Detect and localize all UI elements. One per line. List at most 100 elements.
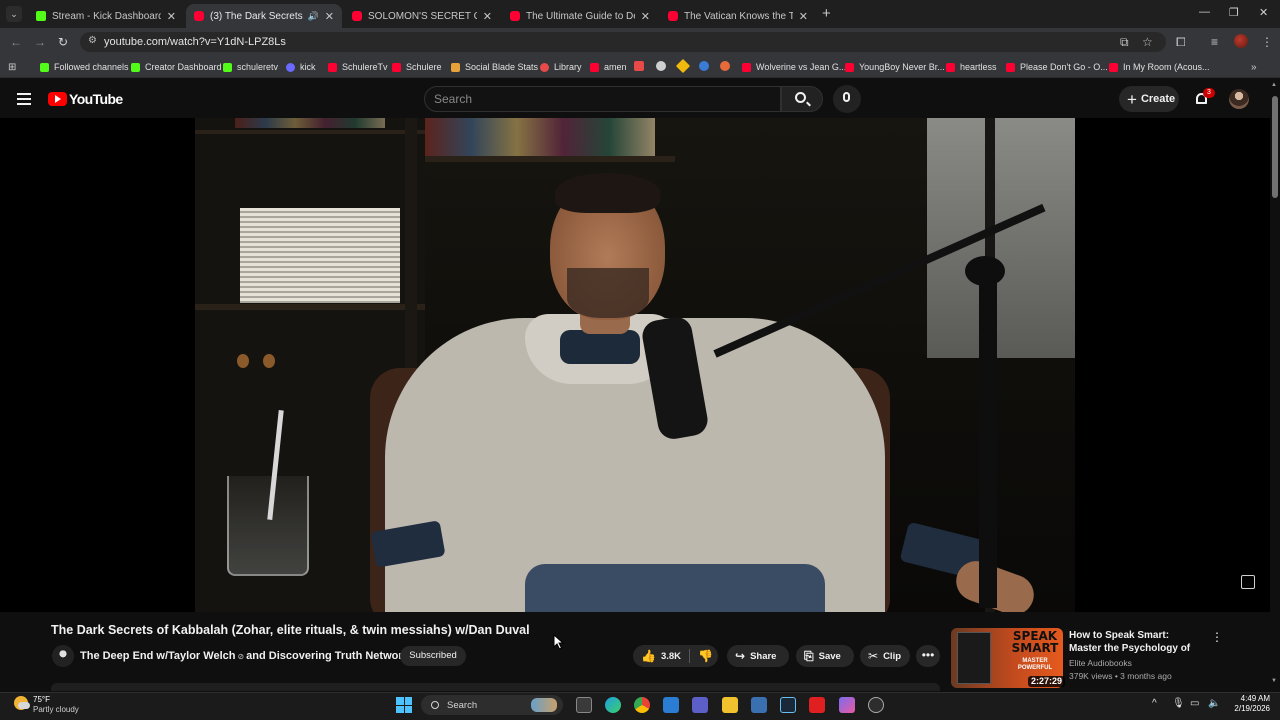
- share-button[interactable]: ↪ Share: [727, 645, 789, 667]
- tab-search-icon[interactable]: ⌄: [6, 6, 22, 22]
- close-tab-icon[interactable]: ✕: [483, 10, 492, 23]
- microphone-icon: [843, 92, 850, 102]
- copilot-icon[interactable]: [839, 697, 855, 713]
- calculator-icon[interactable]: [751, 697, 767, 713]
- steam-icon[interactable]: [780, 697, 796, 713]
- install-app-icon[interactable]: ⧉: [1120, 35, 1129, 50]
- new-tab-icon[interactable]: +: [822, 5, 831, 22]
- bookmark-followed-channels[interactable]: Followed channels: [40, 61, 129, 73]
- tab-solomon[interactable]: SOLOMON'S SECRET CODE: Th ✕: [344, 4, 500, 28]
- acrobat-icon[interactable]: [809, 697, 825, 713]
- youtube-icon: [194, 11, 204, 21]
- bookmark-app-icon[interactable]: [720, 61, 730, 71]
- bookmark-library[interactable]: Library: [540, 61, 582, 73]
- scroll-down-arrow-icon[interactable]: ▼: [1271, 678, 1277, 684]
- account-avatar[interactable]: [1229, 89, 1249, 109]
- browser-menu-icon[interactable]: ⋮: [1261, 35, 1273, 49]
- file-explorer-icon[interactable]: [722, 697, 738, 713]
- channel-collab[interactable]: and Discovering Truth Network: [246, 650, 409, 662]
- network-icon[interactable]: ▭: [1190, 698, 1199, 709]
- bookmark-heartless[interactable]: heartless: [946, 61, 997, 73]
- youtube-logo-icon[interactable]: [48, 92, 67, 106]
- media-control-icon[interactable]: ≡: [1211, 35, 1218, 49]
- taskbar-search[interactable]: Search: [421, 695, 563, 715]
- profile-avatar[interactable]: [1234, 34, 1248, 48]
- minimize-icon[interactable]: —: [1199, 6, 1210, 18]
- bookmark-kick[interactable]: kick: [286, 61, 316, 73]
- edge-icon[interactable]: [605, 697, 621, 713]
- tab-active-video[interactable]: (3) The Dark Secrets of Kab 🔊 ✕: [186, 4, 342, 28]
- scrollbar-thumb[interactable]: [1272, 96, 1278, 198]
- microphone-tray-icon[interactable]: 🎙: [1172, 698, 1185, 709]
- bookmark-social-blade[interactable]: Social Blade Stats: [451, 61, 538, 73]
- reload-icon[interactable]: ↻: [58, 35, 68, 49]
- weather-temperature[interactable]: 75°F: [33, 695, 50, 704]
- bookmark-label: heartless: [960, 62, 997, 72]
- system-clock[interactable]: 4:49 AM 2/19/2026: [1228, 694, 1270, 714]
- notepad-icon[interactable]: [663, 697, 679, 713]
- close-tab-icon[interactable]: ✕: [167, 10, 176, 23]
- bookmark-schuleretv-youtube[interactable]: SchulereTv: [328, 61, 388, 73]
- recommendation-title[interactable]: How to Speak Smart: Master the Psycholog…: [1069, 629, 1204, 655]
- bookmark-wolverine[interactable]: Wolverine vs Jean G...: [742, 61, 846, 73]
- bookmark-amen[interactable]: amen: [590, 61, 627, 73]
- bookmark-creator-dashboard[interactable]: Creator Dashboard: [131, 61, 222, 73]
- guide-menu-icon[interactable]: [17, 93, 31, 105]
- bookmark-schuleretv-kick[interactable]: schuleretv: [223, 61, 278, 73]
- close-tab-icon[interactable]: ✕: [641, 10, 650, 23]
- chrome-icon[interactable]: [634, 697, 650, 713]
- create-button[interactable]: + Create: [1119, 86, 1179, 112]
- tab-demons[interactable]: The Ultimate Guide to Demons ✕: [502, 4, 658, 28]
- back-icon[interactable]: ←: [10, 35, 22, 49]
- bookmark-please-dont-go[interactable]: Please Don't Go - O...: [1006, 61, 1108, 73]
- save-button[interactable]: ⎘ Save: [796, 645, 854, 667]
- channel-avatar[interactable]: [52, 645, 74, 667]
- close-window-icon[interactable]: ✕: [1259, 6, 1268, 19]
- youtube-logo-text[interactable]: YouTube: [69, 91, 123, 107]
- more-bookmarks-icon[interactable]: »: [1251, 61, 1257, 73]
- description-box[interactable]: [51, 683, 940, 691]
- scroll-up-arrow-icon[interactable]: ▲: [1271, 82, 1277, 88]
- close-tab-icon[interactable]: ✕: [799, 10, 808, 23]
- bookmark-star-icon[interactable]: ☆: [1142, 35, 1153, 49]
- task-view-icon[interactable]: [576, 697, 592, 713]
- restore-icon[interactable]: ❐: [1229, 6, 1239, 19]
- channel-watermark-icon[interactable]: [1241, 575, 1255, 589]
- recommendation-channel[interactable]: Elite Audiobooks: [1069, 658, 1132, 668]
- forward-icon[interactable]: →: [34, 35, 46, 49]
- extensions-icon[interactable]: ⧠: [1176, 35, 1186, 50]
- tray-overflow-icon[interactable]: ^: [1152, 698, 1157, 709]
- chart-icon: [451, 62, 460, 72]
- url-text[interactable]: youtube.com/watch?v=Y1dN-LPZ8Ls: [104, 36, 286, 48]
- teams-icon[interactable]: [692, 697, 708, 713]
- s-logo-icon[interactable]: [656, 61, 666, 71]
- bookmark-schulere[interactable]: Schulere: [392, 61, 442, 73]
- more-actions-icon[interactable]: •••: [916, 645, 940, 667]
- channel-name[interactable]: The Deep End w/Taylor Welch ⊘ and Discover…: [80, 650, 409, 662]
- speaker-icon[interactable]: 🔊: [308, 11, 319, 22]
- video-frame[interactable]: [195, 118, 1075, 612]
- subscribed-button[interactable]: Subscribed: [400, 646, 466, 666]
- app-icon[interactable]: [868, 697, 884, 713]
- search-input[interactable]: [424, 86, 781, 112]
- tr-icon[interactable]: [634, 61, 644, 71]
- thumbs-up-icon[interactable]: 👍: [641, 649, 656, 663]
- bookmark-in-my-room[interactable]: In My Room (Acous...: [1109, 61, 1210, 73]
- channel-primary[interactable]: The Deep End w/Taylor Welch: [80, 650, 235, 662]
- tab-kick-dashboard[interactable]: Stream - Kick Dashboard ✕: [28, 4, 184, 28]
- start-button-icon[interactable]: [396, 697, 412, 713]
- site-info-icon[interactable]: ⚙: [88, 35, 97, 46]
- tab-vatican[interactable]: The Vatican Knows the Truth Al ✕: [660, 4, 816, 28]
- weather-condition[interactable]: Partly cloudy: [33, 705, 79, 714]
- recommendation-menu-icon[interactable]: ⋮: [1211, 630, 1223, 644]
- weather-icon[interactable]: [14, 696, 30, 710]
- thumbs-down-icon[interactable]: 👎: [698, 649, 713, 663]
- share-icon: ↪: [735, 649, 746, 663]
- globe-icon[interactable]: [699, 61, 709, 71]
- volume-icon[interactable]: 🔈: [1208, 698, 1220, 709]
- bookmark-youngboy[interactable]: YoungBoy Never Br...: [845, 61, 945, 73]
- close-tab-icon[interactable]: ✕: [325, 10, 334, 23]
- clip-button[interactable]: ✂ Clip: [860, 645, 910, 667]
- like-count[interactable]: 3.8K: [661, 651, 681, 662]
- apps-grid-icon[interactable]: ⊞: [8, 61, 16, 73]
